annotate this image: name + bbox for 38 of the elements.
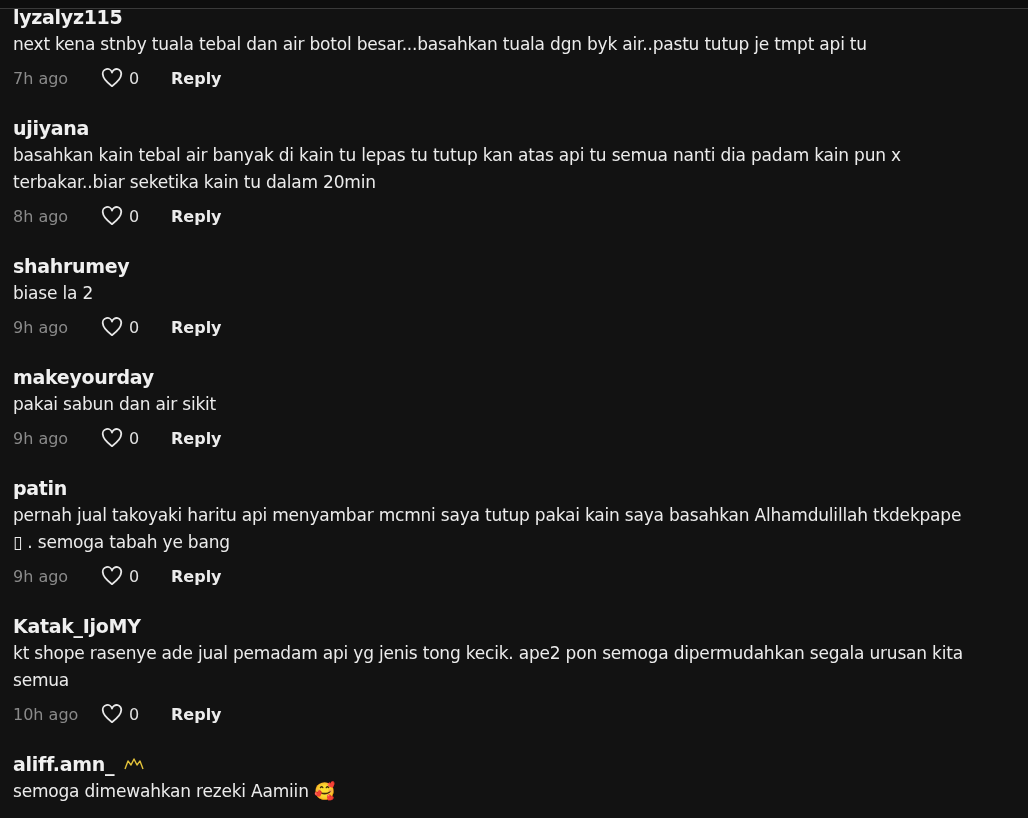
username[interactable]: makeyourday xyxy=(13,363,154,391)
username[interactable]: aliff.amn_ xyxy=(13,750,115,778)
heart-icon[interactable] xyxy=(101,317,123,337)
heart-icon[interactable] xyxy=(101,566,123,586)
like-count: 0 xyxy=(129,68,140,88)
heart-icon[interactable] xyxy=(101,704,123,724)
comment-time: 9h ago xyxy=(13,317,70,337)
comment-text: basahkan kain tebal air banyak di kain tu lepas tu tutup kan atas api tu semua nanti dia padam kain pun x terbakar..biar seketika kain tu dalam 20min xyxy=(13,144,902,194)
reply-button[interactable]: Reply xyxy=(171,428,222,448)
reply-button[interactable]: Reply xyxy=(171,317,222,337)
reply-button[interactable]: Reply xyxy=(171,68,222,88)
like-count: 0 xyxy=(129,428,140,448)
comment-time: 8h ago xyxy=(13,206,70,226)
reply-button[interactable]: Reply xyxy=(171,704,222,724)
comment-time: 10h ago xyxy=(13,704,80,724)
username[interactable]: Katak_IjoMY xyxy=(13,612,141,640)
comment-text: kt shope rasenye ade jual pemadam api yg jenis tong kecik. ape2 pon semoga dipermudahkan segala urusan kita semua xyxy=(13,642,964,692)
like-count: 0 xyxy=(129,704,140,724)
heart-icon[interactable] xyxy=(101,68,123,88)
heart-icon[interactable] xyxy=(101,428,123,448)
comment-text: biase la 2 xyxy=(13,282,94,305)
comment-time: 9h ago xyxy=(13,566,70,586)
like-count: 0 xyxy=(129,317,140,337)
comment-text: semoga dimewahkan rezeki Aamiin 🥰 xyxy=(13,780,336,803)
comment-time: 7h ago xyxy=(13,68,70,88)
username[interactable]: ujiyana xyxy=(13,114,89,142)
username[interactable]: patin xyxy=(13,474,68,502)
comment-text: pakai sabun dan air sikit xyxy=(13,393,218,416)
comment-text: pernah jual takoyaki haritu api menyambar mcmni saya tutup pakai kain saya basahkan Alhamdulillah tkdekpape ▯ . semoga tabah ye bang xyxy=(13,504,963,554)
reply-button[interactable]: Reply xyxy=(171,206,222,226)
comment-text: next kena stnby tuala tebal dan air botol besar...basahkan tuala dgn byk air..pastu tutup je tmpt api tu xyxy=(13,33,868,56)
username[interactable]: shahrumey xyxy=(13,252,130,280)
reply-button[interactable]: Reply xyxy=(171,566,222,586)
username[interactable]: lyzalyz115 xyxy=(13,9,123,31)
like-count: 0 xyxy=(129,206,140,226)
comment-time: 9h ago xyxy=(13,428,70,448)
heart-icon[interactable] xyxy=(101,206,123,226)
like-count: 0 xyxy=(129,566,140,586)
